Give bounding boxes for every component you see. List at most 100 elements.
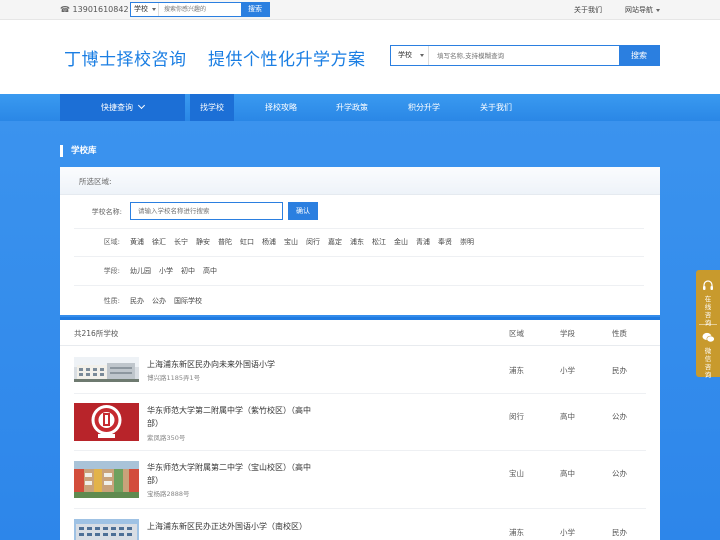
quick-query-button[interactable]: 快捷查询 [60, 94, 185, 121]
area-option[interactable]: 崇明 [460, 237, 474, 247]
area-option[interactable]: 闵行 [306, 237, 320, 247]
nav-school-guide[interactable]: 择校攻略 [255, 94, 307, 121]
section-title: 学校库 [60, 145, 97, 157]
school-stage: 小学 [560, 528, 575, 537]
area-option[interactable]: 虹口 [240, 237, 254, 247]
school-name[interactable]: 上海浦东新区民办向未来外国语小学 [147, 358, 317, 371]
area-option[interactable]: 奉贤 [438, 237, 452, 247]
table-row[interactable]: 上海浦东新区民办向未来外国语小学 博兴路1185弄1号 浦东 小学 民办 [60, 347, 660, 394]
school-type: 民办 [612, 366, 627, 375]
school-area: 浦东 [509, 366, 524, 375]
school-thumbnail[interactable] [74, 461, 139, 498]
type-option[interactable]: 民办 [130, 296, 144, 306]
chevron-down-icon [152, 8, 156, 11]
area-label: 区域: [103, 238, 120, 246]
divider [74, 285, 644, 286]
phone-text: 13901610842 [72, 5, 129, 14]
nav-policy[interactable]: 升学政策 [326, 94, 378, 121]
filter-selected-bar: 所选区域: [60, 167, 660, 195]
area-option[interactable]: 普陀 [218, 237, 232, 247]
chevron-down-icon [656, 8, 660, 12]
main-search-type-label: 学校 [398, 51, 412, 59]
area-option[interactable]: 松江 [372, 237, 386, 247]
site-logo[interactable]: 丁博士择校咨询 [64, 45, 187, 70]
top-search-type-select[interactable]: 学校 [131, 3, 159, 16]
site-nav-dropdown[interactable]: 网站导航 [625, 0, 660, 20]
school-area: 宝山 [509, 469, 524, 478]
top-search-input[interactable] [161, 3, 241, 16]
chevron-down-icon [137, 101, 146, 110]
col-header-type: 性质 [612, 329, 627, 338]
school-thumbnail[interactable] [74, 403, 139, 441]
online-consult-label: 在线咨询 [704, 295, 712, 327]
quick-query-label: 快捷查询 [101, 103, 133, 112]
type-option[interactable]: 公办 [152, 296, 166, 306]
school-name-label: 学校名称: [91, 208, 122, 216]
school-count: 共216所学校 [74, 329, 119, 338]
slogan: 提供个性化升学方案 [208, 50, 366, 70]
top-search-box: 学校 搜索 [130, 2, 270, 17]
school-thumbnail[interactable] [74, 357, 139, 382]
school-stage: 小学 [560, 366, 575, 375]
school-stage: 高中 [560, 412, 575, 421]
stage-option[interactable]: 小学 [159, 266, 173, 276]
nav-find-school[interactable]: 找学校 [190, 94, 234, 121]
table-row[interactable]: 华东师范大学附属第二中学（宝山校区）（高中部） 宝杨路2888号 宝山 高中 公… [60, 451, 660, 509]
type-label: 性质: [103, 297, 120, 305]
table-row[interactable]: 上海浦东新区民办正达外国语小学（南校区） 浦东 小学 民办 [60, 509, 660, 540]
divider [699, 324, 717, 325]
school-area: 闵行 [509, 412, 524, 421]
divider [74, 256, 644, 257]
side-contact-float: 在线咨询 微信咨询 [696, 270, 720, 379]
school-address: 博兴路1185弄1号 [147, 374, 201, 382]
school-name[interactable]: 华东师范大学附属第二中学（宝山校区）（高中部） [147, 461, 317, 487]
area-option[interactable]: 嘉定 [328, 237, 342, 247]
selected-area-label: 所选区域: [79, 177, 112, 186]
phone-icon: ☎ [60, 5, 70, 14]
type-option[interactable]: 国际学校 [174, 296, 202, 306]
nav-about[interactable]: 关于我们 [470, 94, 522, 121]
main-search-button[interactable]: 搜索 [619, 46, 659, 65]
school-name-input[interactable] [130, 202, 283, 220]
area-option[interactable]: 金山 [394, 237, 408, 247]
nav-points[interactable]: 积分升学 [398, 94, 450, 121]
area-option[interactable]: 黄浦 [130, 237, 144, 247]
school-name[interactable]: 华东师范大学第二附属中学（紫竹校区）（高中部） [147, 404, 317, 430]
stage-options: 幼儿园 小学 初中 高中 [130, 266, 225, 276]
area-option[interactable]: 杨浦 [262, 237, 276, 247]
area-option[interactable]: 青浦 [416, 237, 430, 247]
main-search-input[interactable] [431, 46, 619, 65]
top-search-type-label: 学校 [134, 5, 148, 13]
area-option[interactable]: 宝山 [284, 237, 298, 247]
stage-option[interactable]: 初中 [181, 266, 195, 276]
phone-number: ☎ 13901610842 [60, 0, 129, 20]
top-search-button[interactable]: 搜索 [241, 3, 269, 16]
divider [74, 228, 644, 229]
online-consult-button[interactable]: 在线咨询 [696, 280, 720, 327]
table-row[interactable]: 华东师范大学第二附属中学（紫竹校区）（高中部） 紫凤路350号 闵行 高中 公办 [60, 394, 660, 451]
area-option[interactable]: 长宁 [174, 237, 188, 247]
confirm-button[interactable]: 确认 [288, 202, 318, 220]
school-type: 民办 [612, 528, 627, 537]
area-option[interactable]: 静安 [196, 237, 210, 247]
headset-icon [703, 280, 713, 290]
col-header-stage: 学段 [560, 329, 575, 338]
school-address: 宝杨路2888号 [147, 490, 190, 498]
school-type: 公办 [612, 412, 627, 421]
school-thumbnail[interactable] [74, 519, 139, 540]
main-search-type-select[interactable]: 学校 [391, 46, 429, 65]
school-name[interactable]: 上海浦东新区民办正达外国语小学（南校区） [147, 520, 317, 533]
wechat-consult-button[interactable]: 微信咨询 [696, 332, 720, 379]
site-nav-label: 网站导航 [625, 6, 653, 14]
school-stage: 高中 [560, 469, 575, 478]
wechat-consult-label: 微信咨询 [704, 347, 712, 379]
chevron-down-icon [420, 54, 424, 57]
school-type: 公办 [612, 469, 627, 478]
area-options: 黄浦 徐汇 长宁 静安 普陀 虹口 杨浦 宝山 闵行 嘉定 浦东 松江 金山 青… [130, 237, 482, 247]
top-about-link[interactable]: 关于我们 [574, 0, 602, 20]
main-search-box: 学校 搜索 [390, 45, 660, 66]
stage-option[interactable]: 高中 [203, 266, 217, 276]
area-option[interactable]: 徐汇 [152, 237, 166, 247]
area-option[interactable]: 浦东 [350, 237, 364, 247]
stage-option[interactable]: 幼儿园 [130, 266, 151, 276]
